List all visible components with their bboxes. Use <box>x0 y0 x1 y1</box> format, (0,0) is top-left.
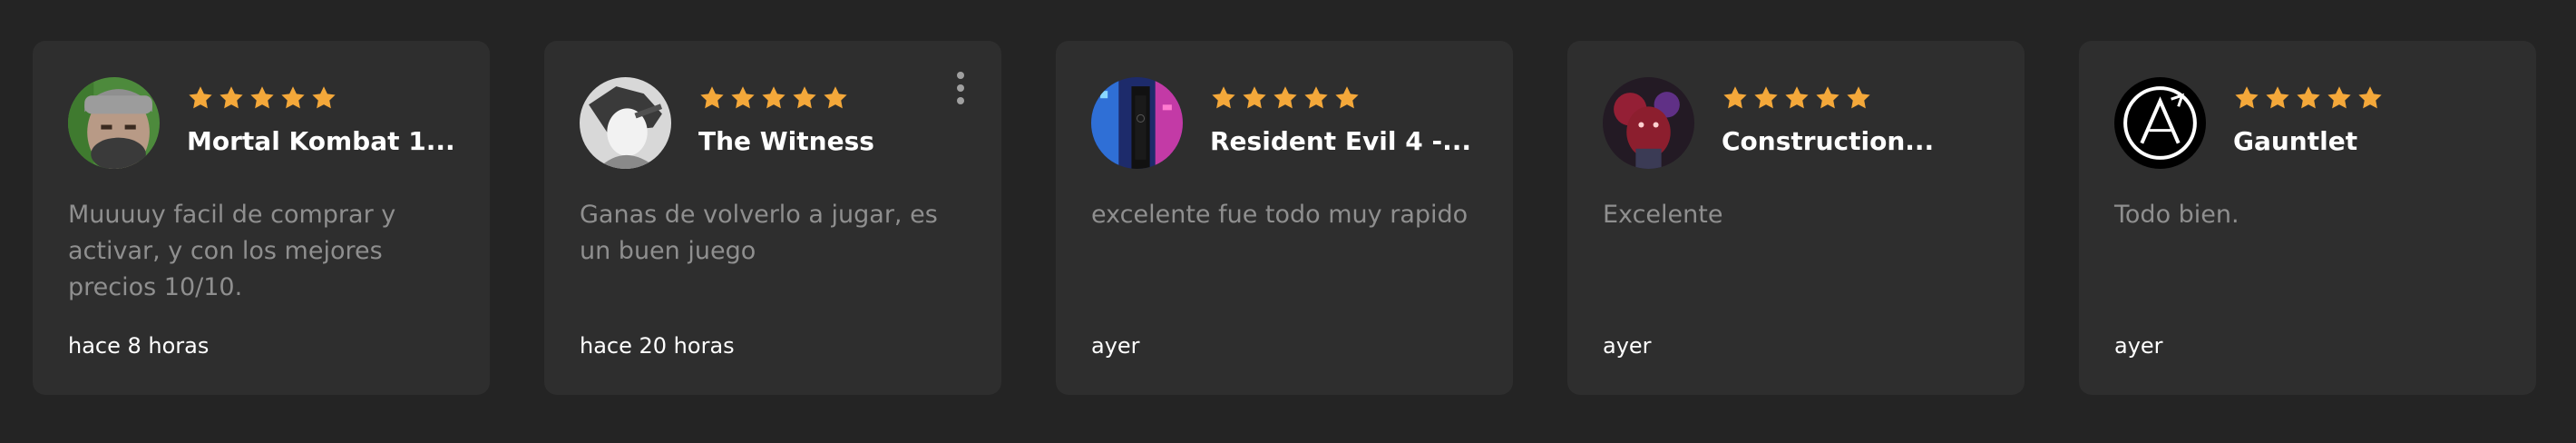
star-icon <box>2264 84 2291 112</box>
star-icon <box>1845 84 1872 112</box>
review-text: excelente fue todo muy rapido <box>1091 201 1469 229</box>
review-game-title[interactable]: Mortal Kombat 1... <box>187 126 459 156</box>
star-icon <box>2326 84 2353 112</box>
star-icon <box>1752 84 1780 112</box>
star-icon <box>1814 84 1841 112</box>
star-icon <box>1241 84 1268 112</box>
star-icon <box>1303 84 1330 112</box>
rating-stars <box>1722 84 1872 112</box>
rating-stars <box>698 84 849 112</box>
review-card[interactable]: Mortal Kombat 1... Muuuuy facil de compr… <box>33 41 490 395</box>
star-icon <box>218 84 245 112</box>
review-game-title[interactable]: Gauntlet <box>2233 126 2505 156</box>
star-icon <box>760 84 787 112</box>
more-vertical-icon[interactable] <box>950 72 971 110</box>
review-card[interactable]: Resident Evil 4 -... excelente fue todo … <box>1056 41 1513 395</box>
review-game-title[interactable]: Resident Evil 4 -... <box>1210 126 1482 156</box>
review-time: ayer <box>1603 333 1652 359</box>
bearded-man-avatar-icon <box>68 77 160 169</box>
star-icon <box>791 84 818 112</box>
red-figure-avatar-icon <box>1603 77 1694 169</box>
review-time: ayer <box>1091 333 1140 359</box>
star-icon <box>2233 84 2260 112</box>
rating-stars <box>187 84 337 112</box>
star-icon <box>2356 84 2384 112</box>
review-text: Ganas de volverlo a jugar, es un buen ju… <box>580 201 938 265</box>
reviews-row: Mortal Kombat 1... Muuuuy facil de compr… <box>33 41 2545 395</box>
star-icon <box>1210 84 1237 112</box>
review-game-title[interactable]: The Witness <box>698 126 971 156</box>
star-icon <box>822 84 849 112</box>
star-icon <box>187 84 214 112</box>
logo-a-avatar-icon <box>2114 77 2206 169</box>
neon-city-avatar-icon <box>1091 77 1183 169</box>
review-time: hace 20 horas <box>580 333 735 359</box>
review-card[interactable]: The Witness Ganas de volverlo a jugar, e… <box>544 41 1001 395</box>
review-game-title[interactable]: Construction... <box>1722 126 1994 156</box>
star-icon <box>1272 84 1299 112</box>
star-icon <box>279 84 307 112</box>
star-icon <box>310 84 337 112</box>
review-text: Todo bien. <box>2114 201 2239 229</box>
star-icon <box>249 84 276 112</box>
anime-character-avatar-icon <box>580 77 671 169</box>
review-text: Muuuuy facil de comprar y activar, y con… <box>68 201 396 301</box>
star-icon <box>1333 84 1361 112</box>
review-card[interactable]: Gauntlet Todo bien. ayer <box>2079 41 2536 395</box>
star-icon <box>1783 84 1810 112</box>
star-icon <box>1722 84 1749 112</box>
rating-stars <box>2233 84 2384 112</box>
review-card[interactable]: Construction... Excelente ayer <box>1567 41 2025 395</box>
review-text: Excelente <box>1603 201 1723 229</box>
star-icon <box>2295 84 2322 112</box>
rating-stars <box>1210 84 1361 112</box>
review-time: ayer <box>2114 333 2163 359</box>
review-time: hace 8 horas <box>68 333 210 359</box>
star-icon <box>729 84 756 112</box>
star-icon <box>698 84 726 112</box>
